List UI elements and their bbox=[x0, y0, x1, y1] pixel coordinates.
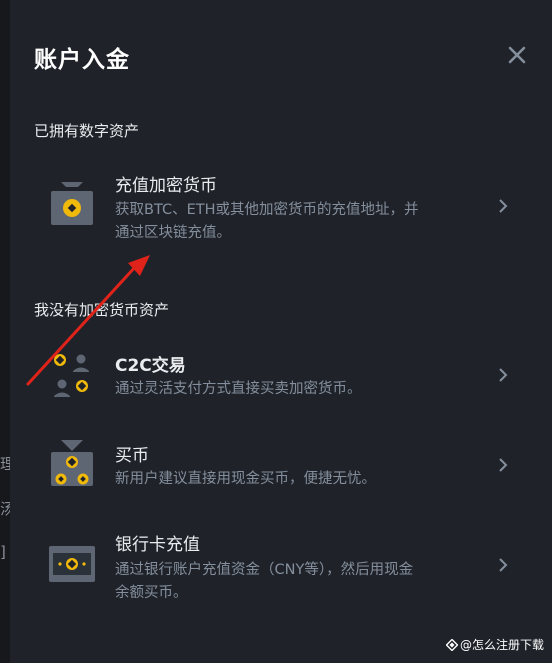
description-line: 获取BTC、ETH或其他加密货币的充值地址，并 bbox=[115, 202, 419, 218]
watermark: @怎么注册下载 bbox=[445, 636, 544, 653]
buy-crypto-icon bbox=[51, 440, 93, 486]
close-icon[interactable] bbox=[506, 44, 528, 66]
section-label-no-assets: 我没有加密货币资产 bbox=[34, 301, 170, 319]
c2c-trade-option[interactable]: C2C交易 通过灵活支付方式直接买卖加密货币。 bbox=[10, 340, 552, 410]
section-label-have-assets: 已拥有数字资产 bbox=[34, 122, 140, 140]
chevron-right-icon bbox=[499, 558, 508, 572]
c2c-trade-icon bbox=[54, 354, 89, 397]
chevron-right-icon bbox=[499, 368, 508, 382]
chevron-right-icon bbox=[499, 458, 508, 472]
watermark-text: @怎么注册下载 bbox=[459, 638, 544, 652]
bank-card-icon bbox=[49, 546, 95, 582]
description-line: 新用户建议直接用现金买币，便捷无忧。 bbox=[115, 471, 376, 487]
background-page: 理 汤 ] bbox=[0, 0, 10, 663]
option-description: 通过灵活支付方式直接买卖加密货币。 bbox=[115, 378, 455, 401]
option-description: 获取BTC、ETH或其他加密货币的充值地址，并 通过区块链充值。 bbox=[115, 199, 455, 245]
description-line: 通过区块链充值。 bbox=[115, 225, 231, 241]
option-title: 买币 bbox=[115, 446, 149, 466]
description-line: 通过灵活支付方式直接买卖加密货币。 bbox=[115, 381, 362, 397]
modal-title: 账户入金 bbox=[34, 47, 130, 73]
option-description: 新用户建议直接用现金买币，便捷无忧。 bbox=[115, 468, 455, 491]
option-title: 银行卡充值 bbox=[115, 535, 200, 555]
option-title: 充值加密货币 bbox=[115, 176, 217, 196]
description-line: 余额买币。 bbox=[115, 585, 188, 601]
description-line: 通过银行账户充值资金（CNY等），然后用现金 bbox=[115, 562, 414, 578]
bank-card-deposit-option[interactable]: 银行卡充值 通过银行账户充值资金（CNY等），然后用现金 余额买币。 bbox=[10, 520, 552, 615]
option-title: C2C交易 bbox=[115, 356, 186, 376]
option-description: 通过银行账户充值资金（CNY等），然后用现金 余额买币。 bbox=[115, 559, 455, 605]
deposit-crypto-option[interactable]: 充值加密货币 获取BTC、ETH或其他加密货币的充值地址，并 通过区块链充值。 bbox=[10, 160, 552, 255]
background-text-fragment: ] bbox=[0, 543, 6, 561]
chevron-right-icon bbox=[499, 199, 508, 213]
deposit-modal: 账户入金 已拥有数字资产 充值加密货币 获取BTC、ETH或其他加密货币的充值地… bbox=[10, 0, 552, 663]
buy-crypto-option[interactable]: 买币 新用户建议直接用现金买币，便捷无忧。 bbox=[10, 430, 552, 500]
diamond-logo-icon bbox=[445, 639, 458, 651]
background-text-fragment: 汤 bbox=[0, 500, 10, 518]
background-text-fragment: 理 bbox=[0, 455, 10, 473]
crypto-deposit-icon bbox=[51, 182, 93, 225]
